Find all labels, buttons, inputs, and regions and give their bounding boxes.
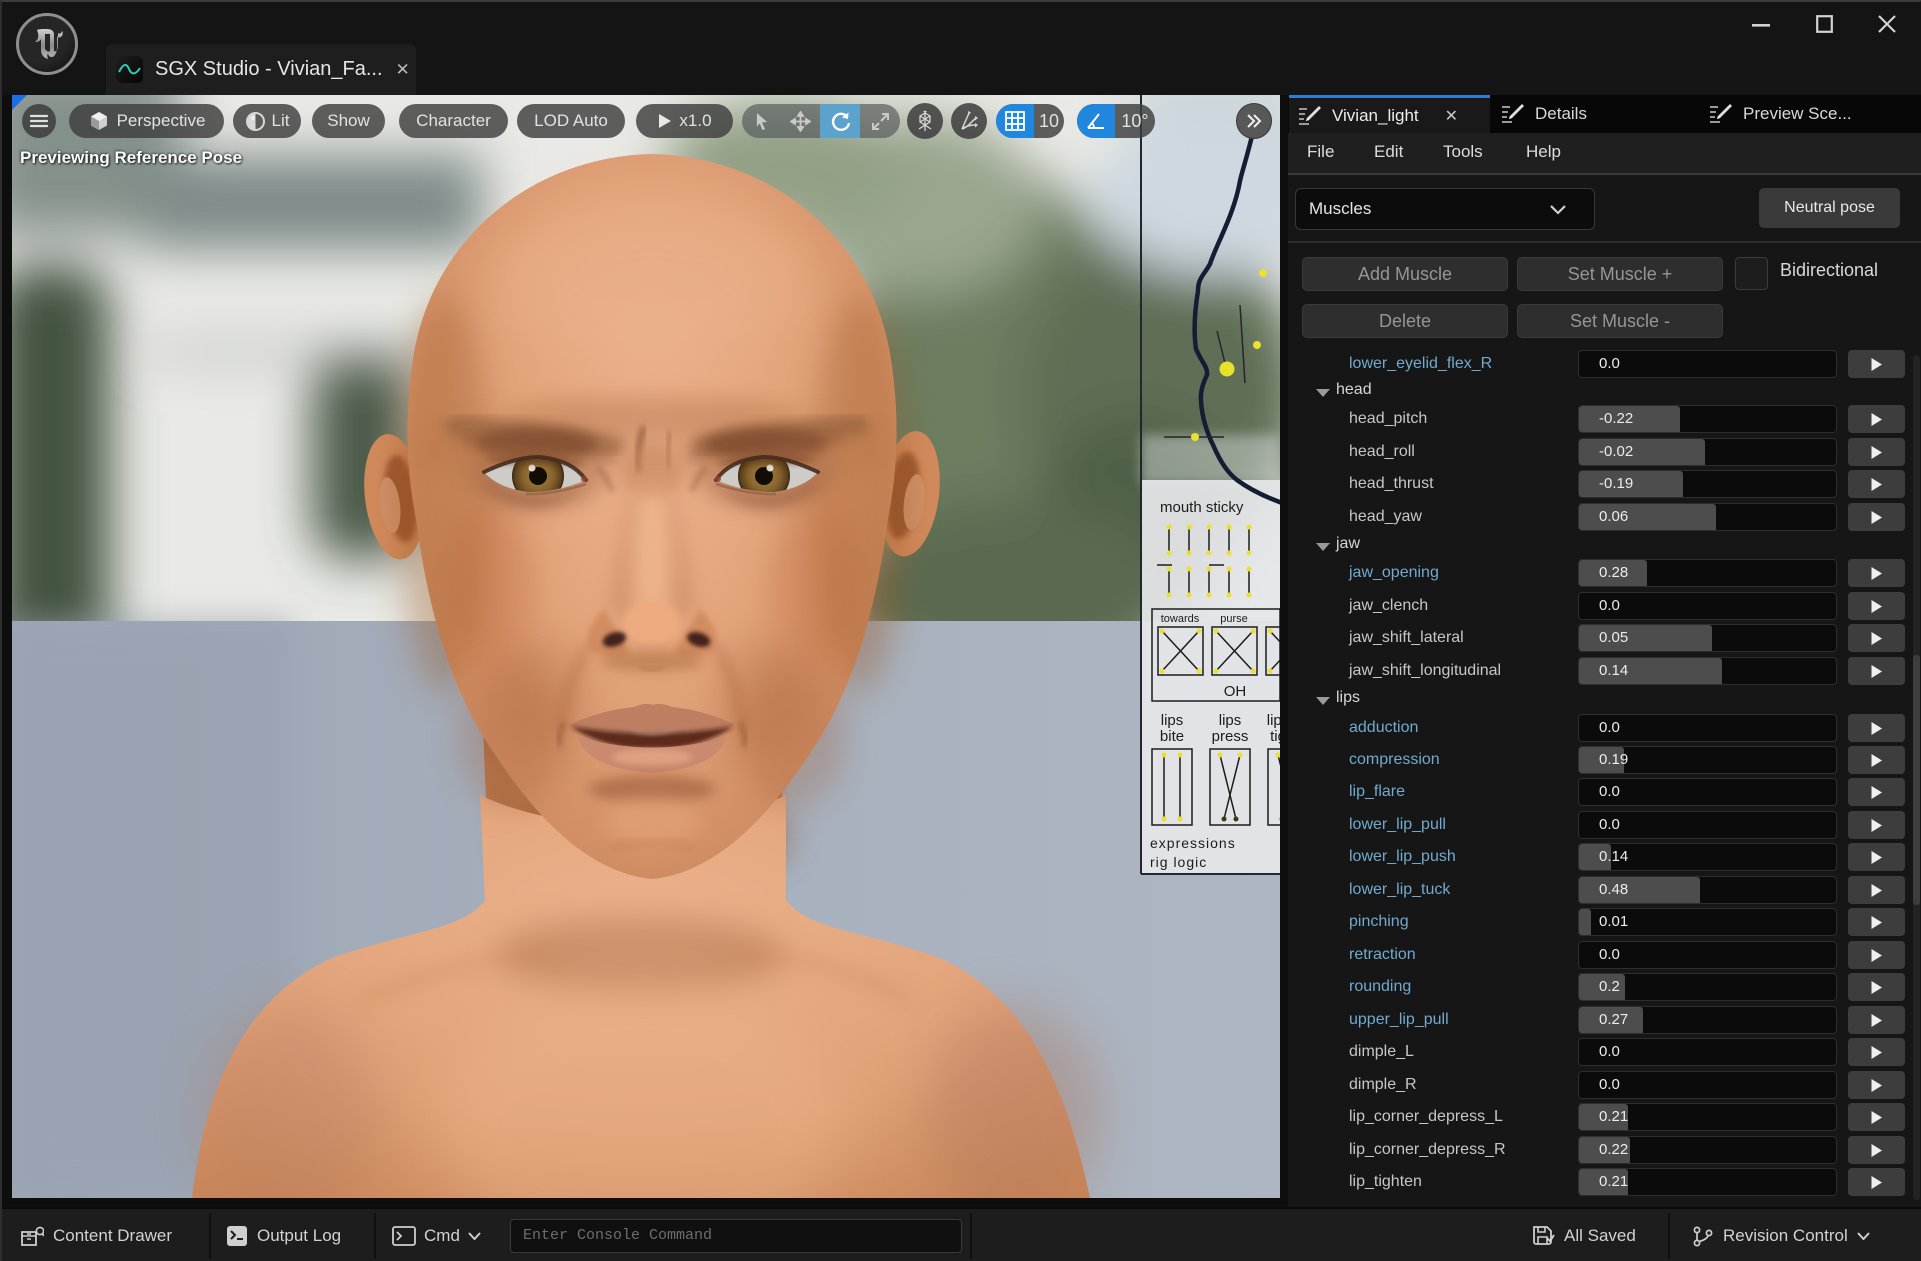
svg-text:bite: bite <box>1160 728 1184 745</box>
svg-text:press: press <box>1212 728 1249 745</box>
svg-text:mouth sticky: mouth sticky <box>1160 499 1244 516</box>
svg-text:lips: lips <box>1219 712 1242 729</box>
svg-text:lips: lips <box>1161 712 1184 729</box>
svg-text:lips: lips <box>1267 712 1280 729</box>
svg-text:rig logic: rig logic <box>1150 854 1207 870</box>
svg-text:towards: towards <box>1161 613 1200 625</box>
svg-text:purse: purse <box>1220 613 1248 625</box>
svg-text:OH: OH <box>1224 683 1247 700</box>
svg-text:expressions: expressions <box>1150 835 1236 851</box>
svg-text:tig: tig <box>1270 728 1280 745</box>
